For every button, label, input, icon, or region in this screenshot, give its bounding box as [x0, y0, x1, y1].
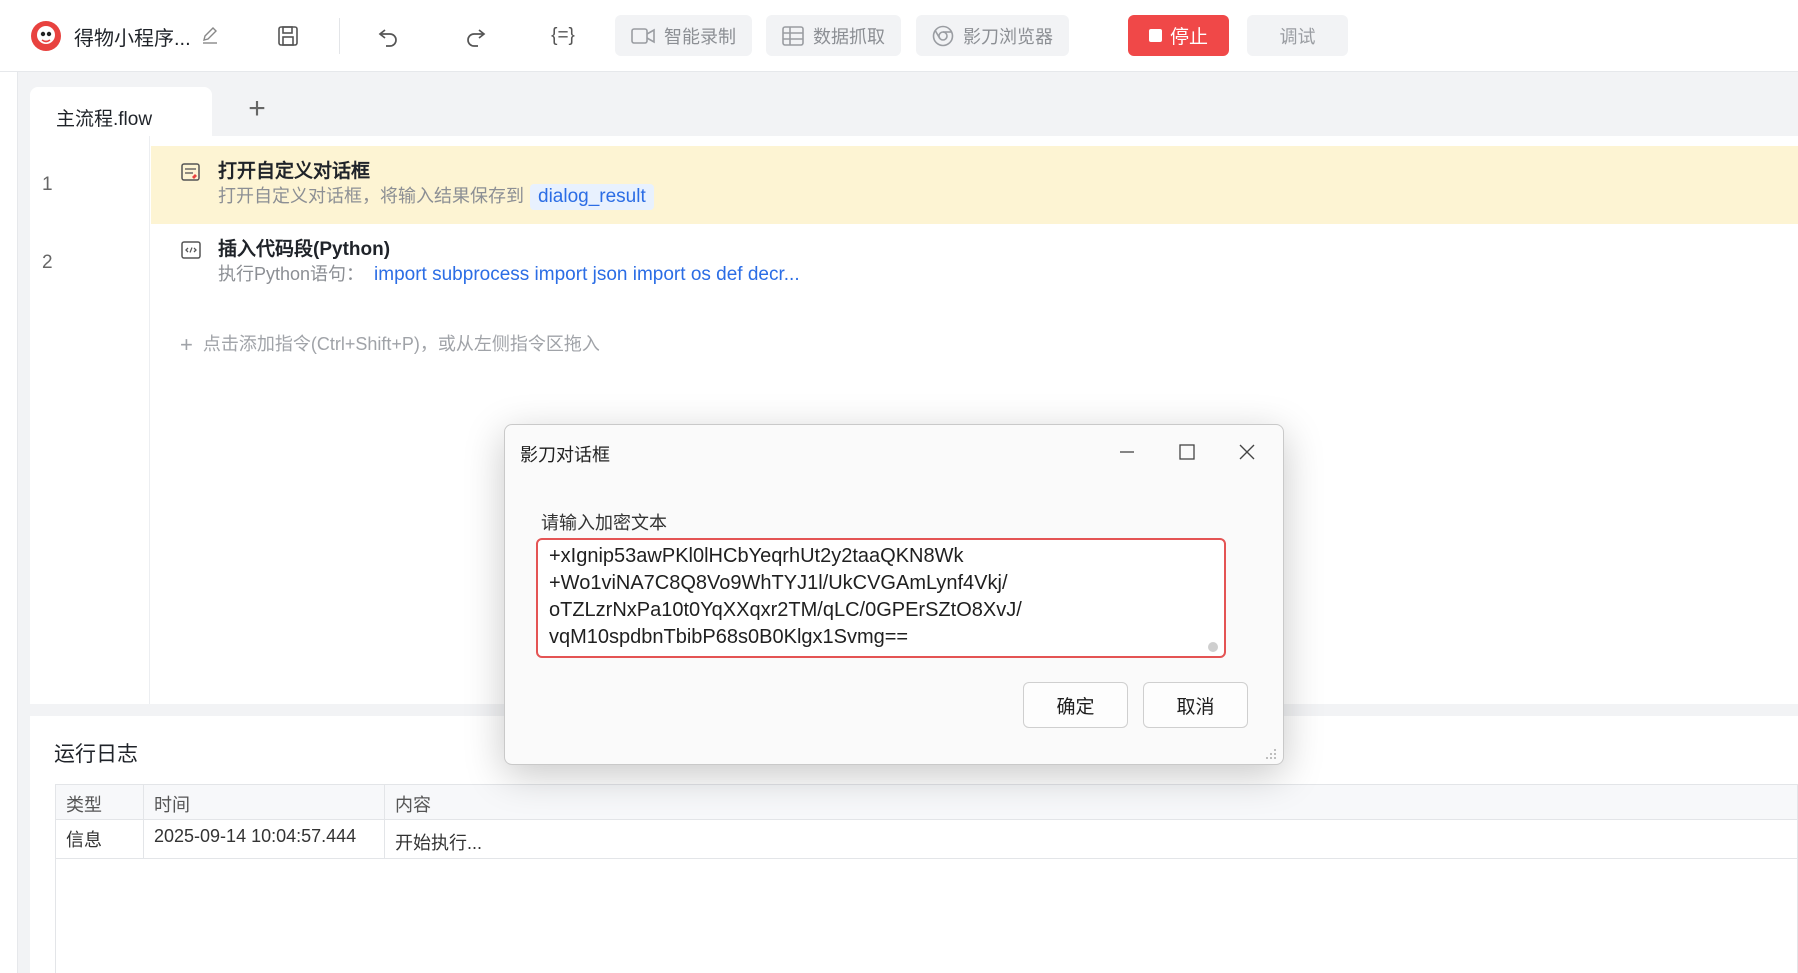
- command-desc-text: 打开自定义对话框，将输入结果保存到: [218, 186, 524, 206]
- table-icon: [782, 25, 804, 46]
- log-table: 类型 时间 内容 信息 2025-09-14 10:04:57.444 开始执行…: [55, 784, 1798, 973]
- table-row[interactable]: 信息 2025-09-14 10:04:57.444 开始执行...: [56, 820, 1797, 859]
- code-preview: import subprocess import json import os …: [374, 264, 800, 285]
- python-code-icon: [181, 241, 201, 259]
- maximize-icon[interactable]: [1169, 437, 1205, 467]
- add-command-hint[interactable]: + 点击添加指令(Ctrl+Shift+P)，或从左侧指令区拖入: [180, 330, 600, 358]
- stop-icon: [1148, 29, 1162, 42]
- textarea-resize-handle[interactable]: [1208, 642, 1218, 652]
- line-gutter: 1 2: [30, 136, 150, 704]
- cancel-label: 取消: [1176, 696, 1215, 718]
- undo-icon[interactable]: [372, 20, 404, 52]
- left-sidebar-strip: [0, 72, 18, 973]
- save-icon[interactable]: [272, 20, 304, 52]
- dialog-command-icon: [181, 163, 200, 181]
- top-toolbar: 得物小程序... {=} 智能录制 数据抓取 影刀浏览器 停止 调试: [0, 0, 1798, 72]
- command-desc: 执行Python语句： import subprocess import json…: [218, 260, 800, 286]
- debug-label: 调试: [1279, 26, 1316, 47]
- minimize-icon[interactable]: [1109, 437, 1145, 467]
- command-title: 打开自定义对话框: [218, 161, 371, 182]
- command-desc-text: 执行Python语句：: [218, 264, 365, 284]
- browser-button[interactable]: 影刀浏览器: [916, 15, 1069, 56]
- resize-grip-icon[interactable]: [1263, 746, 1277, 760]
- data-capture-button[interactable]: 数据抓取: [766, 15, 901, 56]
- confirm-button[interactable]: 确定: [1023, 682, 1128, 728]
- video-camera-icon: [631, 27, 655, 44]
- log-type: 信息: [56, 820, 144, 858]
- edit-name-icon[interactable]: [200, 25, 220, 45]
- encrypted-text-input[interactable]: +xIgnip53awPKl0lHCbYeqrhUt2y2taaQKN8Wk +W…: [536, 538, 1226, 658]
- line-number: 1: [42, 174, 53, 195]
- browser-label: 影刀浏览器: [963, 26, 1053, 47]
- plus-icon: +: [180, 332, 193, 357]
- dialog-title: 影刀对话框: [520, 445, 610, 465]
- column-header: 类型: [56, 785, 144, 819]
- stop-button[interactable]: 停止: [1128, 15, 1229, 56]
- column-header: 内容: [395, 795, 431, 815]
- line-number: 2: [42, 252, 53, 273]
- text-line: vqM10spdbnTbibP68s0B0Klgx1Svmg==: [549, 626, 909, 648]
- log-table-header: 类型 时间 内容: [56, 785, 1797, 820]
- text-line: +Wo1viNA7C8Q8Vo9WhTYJ1l/UkCVGAmLynf4Vkj/: [549, 572, 1008, 594]
- redo-icon[interactable]: [460, 20, 492, 52]
- variables-icon[interactable]: {=}: [547, 20, 579, 52]
- tab-main-flow[interactable]: 主流程.flow: [30, 87, 212, 137]
- column-header: 时间: [144, 785, 385, 819]
- cancel-button[interactable]: 取消: [1143, 682, 1248, 728]
- confirm-label: 确定: [1056, 696, 1095, 718]
- browser-icon: [932, 25, 954, 46]
- app-logo-icon: [31, 21, 61, 51]
- smart-record-button[interactable]: 智能录制: [615, 15, 752, 56]
- debug-button[interactable]: 调试: [1247, 15, 1348, 56]
- data-capture-label: 数据抓取: [813, 26, 885, 47]
- variable-chip[interactable]: dialog_result: [530, 184, 654, 210]
- log-content: 开始执行...: [395, 833, 483, 853]
- toolbar-divider: [339, 18, 340, 54]
- command-title: 插入代码段(Python): [218, 239, 391, 260]
- add-command-hint-text: 点击添加指令(Ctrl+Shift+P)，或从左侧指令区拖入: [202, 334, 600, 354]
- encrypted-text-label: 请输入加密文本: [541, 513, 667, 533]
- input-dialog: 影刀对话框 请输入加密文本 +xIgnip53awPKl0lHCbYeqrhUt…: [504, 424, 1284, 765]
- app-title: 得物小程序...: [74, 28, 191, 50]
- close-icon[interactable]: [1229, 437, 1265, 467]
- add-tab-icon[interactable]: +: [244, 94, 270, 124]
- editor-tabs: 主流程.flow +: [30, 84, 1798, 137]
- text-line: oTZLzrNxPa10t0YqXXqxr2TM/qLC/0GPErSZtO8X…: [549, 599, 1022, 621]
- log-time: 2025-09-14 10:04:57.444: [144, 820, 385, 858]
- command-desc: 打开自定义对话框，将输入结果保存到 dialog_result: [218, 182, 654, 210]
- smart-record-label: 智能录制: [664, 26, 736, 47]
- text-line: +xIgnip53awPKl0lHCbYeqrhUt2y2taaQKN8Wk: [549, 545, 964, 567]
- log-title: 运行日志: [54, 743, 138, 766]
- tab-main-flow-label: 主流程.flow: [56, 109, 153, 130]
- stop-label: 停止: [1169, 27, 1208, 48]
